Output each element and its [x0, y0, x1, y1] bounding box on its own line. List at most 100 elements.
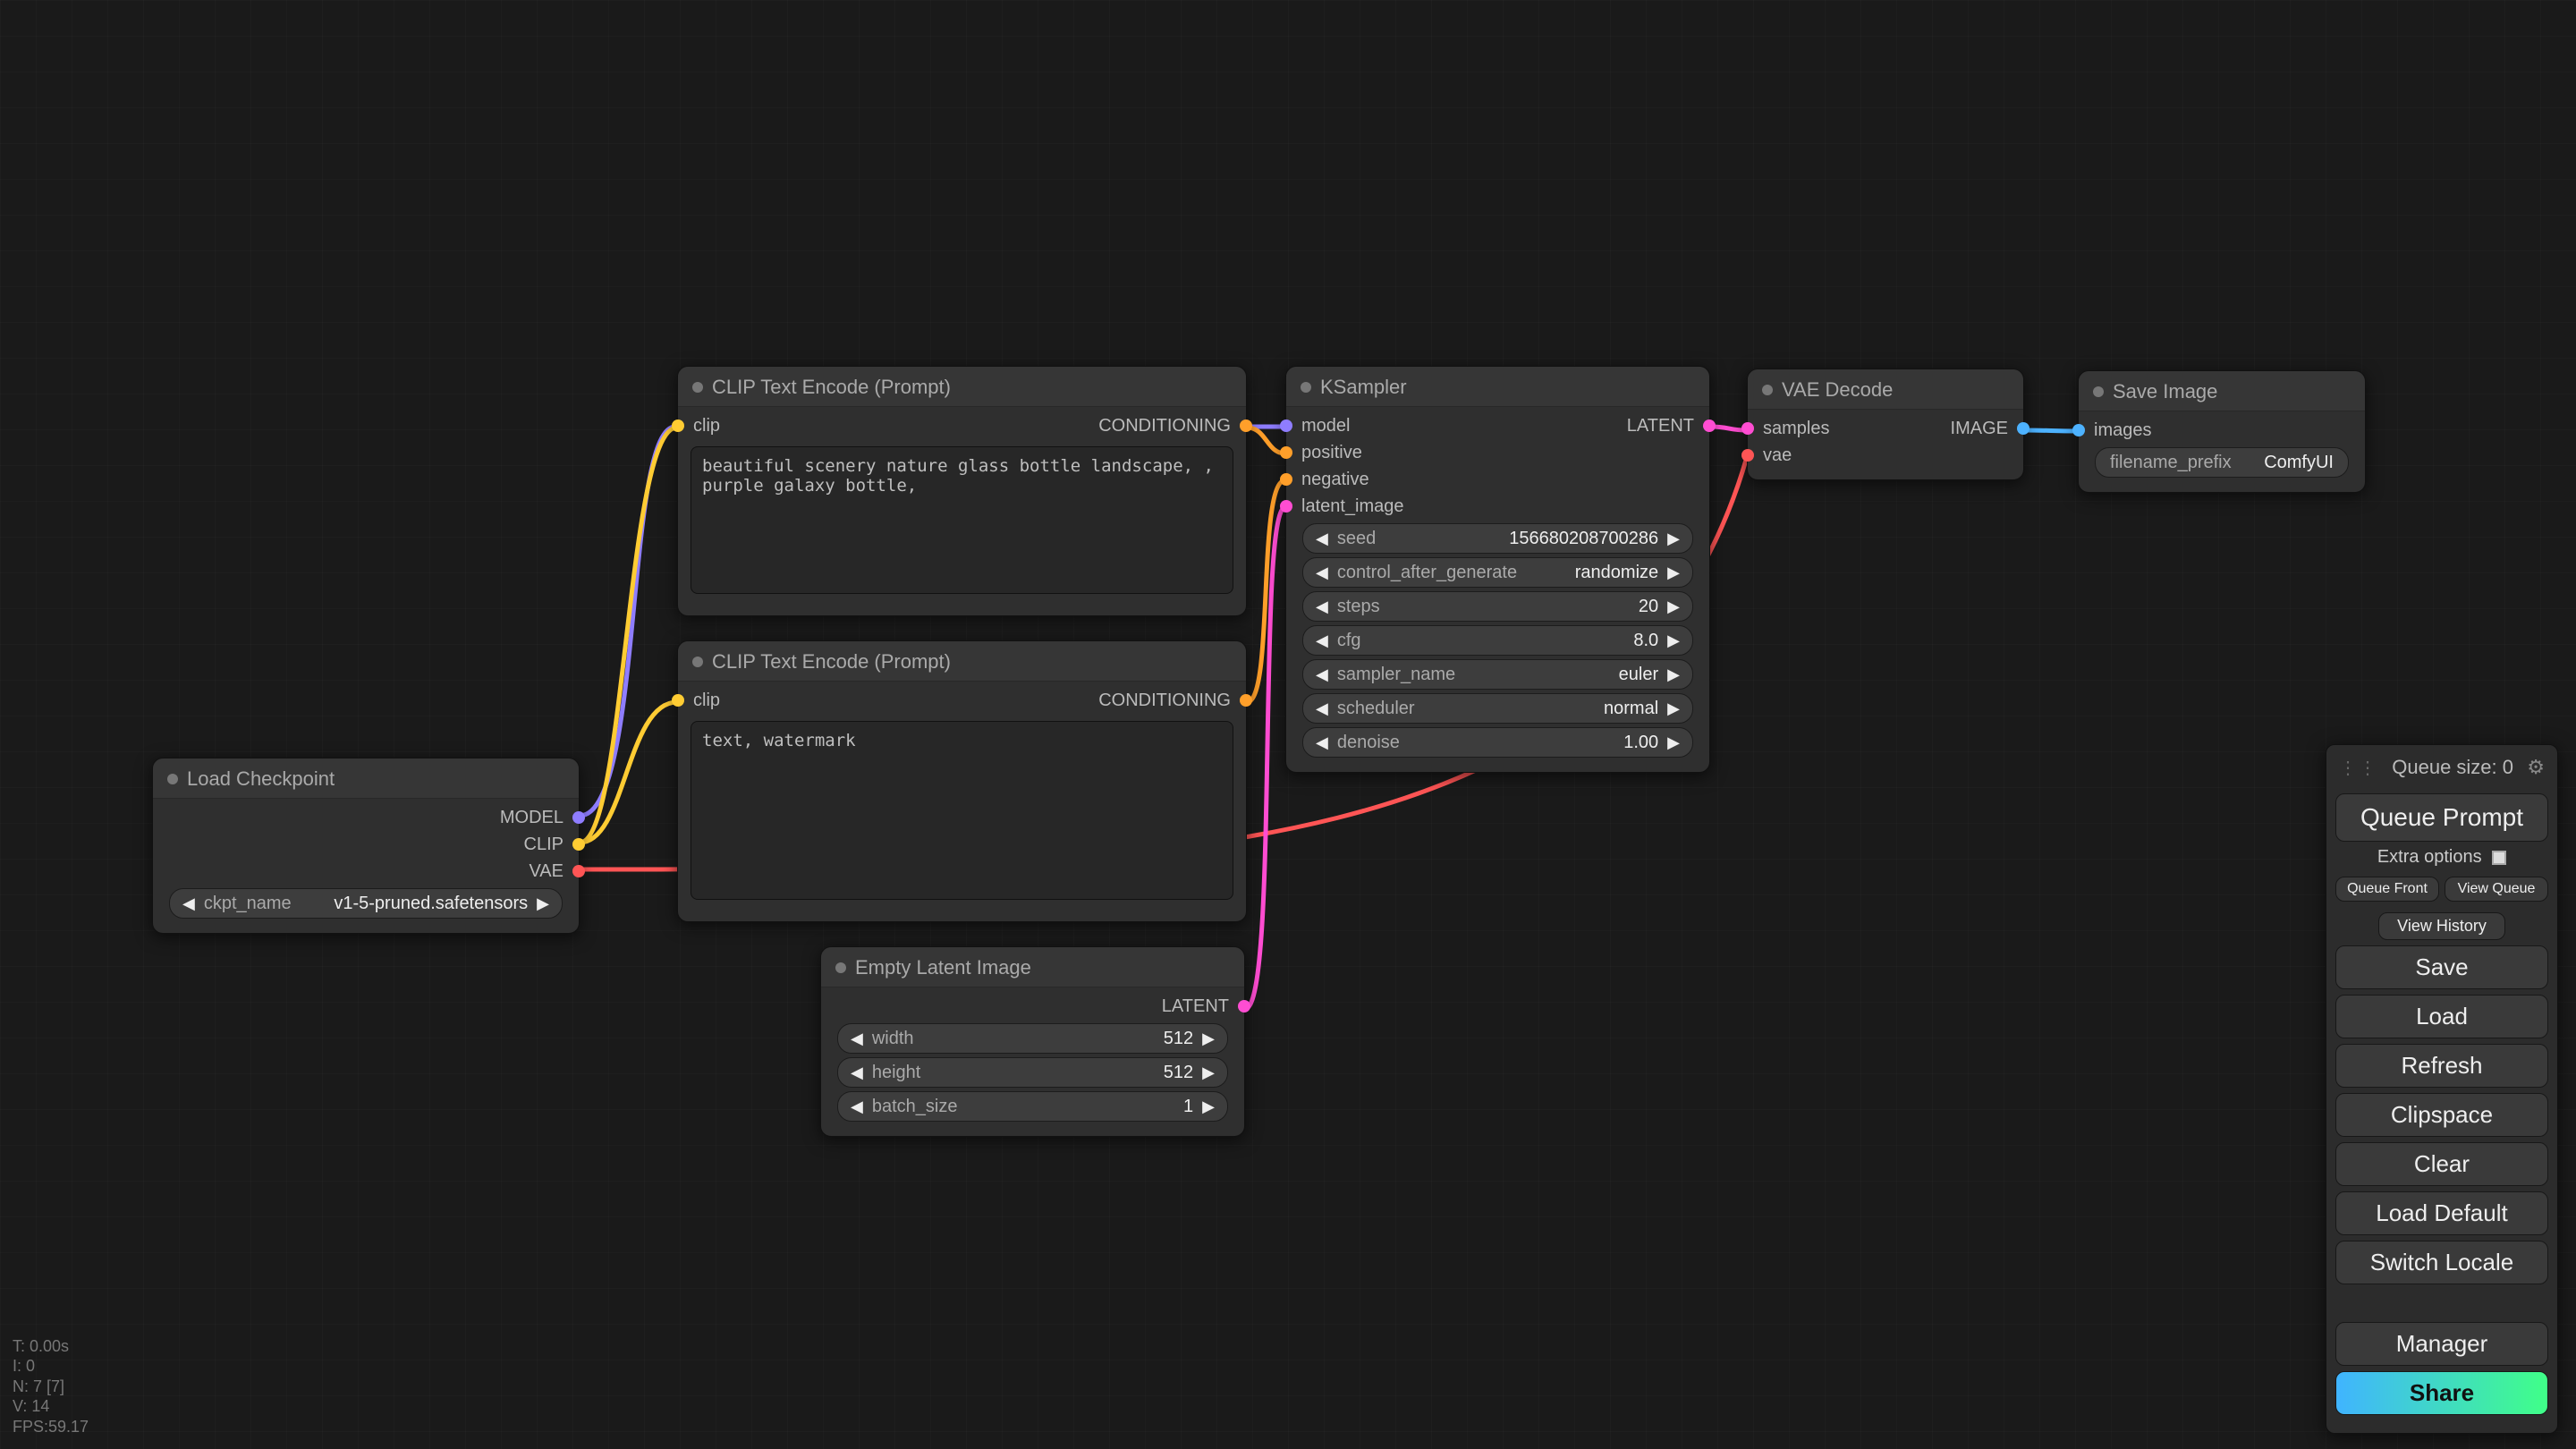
clipspace-button[interactable]: Clipspace	[2335, 1093, 2548, 1137]
control-panel[interactable]: ⋮⋮ Queue size: 0 ⚙ Queue Prompt Extra op…	[2326, 744, 2558, 1434]
perf-stats: T: 0.00s I: 0 N: 7 [7] V: 14 FPS:59.17	[13, 1336, 89, 1437]
save-button[interactable]: Save	[2335, 945, 2548, 989]
input-images[interactable]: images	[2079, 417, 2365, 444]
title-text: CLIP Text Encode (Prompt)	[712, 650, 951, 674]
node-clip-text-encode-negative[interactable]: CLIP Text Encode (Prompt) clip CONDITION…	[677, 640, 1247, 922]
param-denoise[interactable]: ◀denoise1.00▶	[1302, 727, 1693, 758]
chevron-right-icon[interactable]: ▶	[1662, 530, 1685, 548]
chevron-left-icon[interactable]: ◀	[177, 894, 200, 913]
collapse-dot-icon[interactable]	[835, 962, 846, 973]
output-conditioning[interactable]: CONDITIONING	[1086, 687, 1246, 714]
node-title[interactable]: CLIP Text Encode (Prompt)	[678, 367, 1246, 407]
collapse-dot-icon[interactable]	[1762, 385, 1773, 395]
param-ckpt-name[interactable]: ◀ ckpt_name v1-5-pruned.safetensors ▶	[169, 888, 563, 919]
drag-handle-icon[interactable]: ⋮⋮	[2339, 757, 2378, 779]
input-clip[interactable]: clip	[678, 687, 733, 714]
node-empty-latent-image[interactable]: Empty Latent Image LATENT ◀ width 512 ▶ …	[820, 946, 1245, 1137]
chevron-right-icon[interactable]: ▶	[1662, 597, 1685, 616]
output-image[interactable]: IMAGE	[1938, 415, 2023, 442]
title-text: CLIP Text Encode (Prompt)	[712, 376, 951, 399]
switch-locale-button[interactable]: Switch Locale	[2335, 1241, 2548, 1284]
param-height[interactable]: ◀ height 512 ▶	[837, 1057, 1228, 1088]
collapse-dot-icon[interactable]	[692, 657, 703, 667]
param-cfg[interactable]: ◀cfg8.0▶	[1302, 625, 1693, 656]
load-button[interactable]: Load	[2335, 995, 2548, 1038]
input-samples[interactable]: samples	[1748, 415, 1938, 442]
chevron-right-icon[interactable]: ▶	[1662, 631, 1685, 650]
param-control-after-generate[interactable]: ◀control_after_generaterandomize▶	[1302, 557, 1693, 588]
collapse-dot-icon[interactable]	[2093, 386, 2104, 397]
collapse-dot-icon[interactable]	[167, 774, 178, 784]
view-history-button[interactable]: View History	[2378, 912, 2506, 940]
param-steps[interactable]: ◀steps20▶	[1302, 591, 1693, 622]
param-batch-size[interactable]: ◀ batch_size 1 ▶	[837, 1091, 1228, 1122]
collapse-dot-icon[interactable]	[1301, 382, 1311, 393]
chevron-left-icon[interactable]: ◀	[845, 1097, 869, 1116]
queue-size-label: Queue size: 0	[2392, 756, 2513, 779]
input-vae[interactable]: vae	[1748, 442, 1938, 469]
input-model[interactable]: model	[1286, 412, 1614, 439]
output-clip[interactable]: CLIP	[153, 831, 579, 858]
param-width[interactable]: ◀ width 512 ▶	[837, 1023, 1228, 1054]
chevron-right-icon[interactable]: ▶	[1197, 1030, 1220, 1048]
node-title[interactable]: Save Image	[2079, 371, 2365, 411]
node-ksampler[interactable]: KSampler model positive negative latent_…	[1285, 366, 1710, 773]
collapse-dot-icon[interactable]	[692, 382, 703, 393]
view-queue-button[interactable]: View Queue	[2445, 877, 2548, 902]
title-text: KSampler	[1320, 376, 1407, 399]
queue-prompt-button[interactable]: Queue Prompt	[2335, 793, 2548, 842]
input-negative[interactable]: negative	[1286, 466, 1614, 493]
param-filename-prefix[interactable]: filename_prefix ComfyUI	[2095, 447, 2349, 478]
input-latent-image[interactable]: latent_image	[1286, 493, 1614, 520]
node-vae-decode[interactable]: VAE Decode samples vae IMAGE	[1747, 369, 2024, 480]
node-title[interactable]: VAE Decode	[1748, 369, 2023, 410]
param-seed[interactable]: ◀seed156680208700286▶	[1302, 523, 1693, 554]
chevron-left-icon[interactable]: ◀	[1310, 564, 1334, 582]
node-save-image[interactable]: Save Image images filename_prefix ComfyU…	[2078, 370, 2366, 493]
checkbox-icon[interactable]	[2492, 851, 2506, 865]
queue-front-button[interactable]: Queue Front	[2335, 877, 2439, 902]
gear-icon[interactable]: ⚙	[2527, 756, 2545, 779]
output-model[interactable]: MODEL	[153, 804, 579, 831]
share-button[interactable]: Share	[2335, 1371, 2548, 1415]
chevron-left-icon[interactable]: ◀	[1310, 530, 1334, 548]
chevron-left-icon[interactable]: ◀	[1310, 733, 1334, 752]
chevron-right-icon[interactable]: ▶	[1662, 665, 1685, 684]
param-sampler-name[interactable]: ◀sampler_nameeuler▶	[1302, 659, 1693, 690]
title-text: Empty Latent Image	[855, 956, 1031, 979]
output-vae[interactable]: VAE	[153, 858, 579, 885]
chevron-left-icon[interactable]: ◀	[1310, 631, 1334, 650]
chevron-left-icon[interactable]: ◀	[845, 1063, 869, 1082]
input-clip[interactable]: clip	[678, 412, 733, 439]
chevron-right-icon[interactable]: ▶	[1662, 733, 1685, 752]
chevron-right-icon[interactable]: ▶	[1662, 564, 1685, 582]
chevron-right-icon[interactable]: ▶	[531, 894, 555, 913]
output-latent[interactable]: LATENT	[1614, 412, 1709, 439]
chevron-right-icon[interactable]: ▶	[1197, 1097, 1220, 1116]
chevron-left-icon[interactable]: ◀	[1310, 597, 1334, 616]
prompt-text[interactable]: text, watermark	[691, 721, 1233, 900]
chevron-left-icon[interactable]: ◀	[1310, 699, 1334, 718]
title-text: Save Image	[2113, 380, 2217, 403]
output-conditioning[interactable]: CONDITIONING	[1086, 412, 1246, 439]
node-title[interactable]: Load Checkpoint	[153, 758, 579, 799]
extra-options-toggle[interactable]: Extra options	[2335, 847, 2548, 868]
title-text: Load Checkpoint	[187, 767, 335, 791]
load-default-button[interactable]: Load Default	[2335, 1191, 2548, 1235]
node-title[interactable]: Empty Latent Image	[821, 947, 1244, 987]
refresh-button[interactable]: Refresh	[2335, 1044, 2548, 1088]
node-load-checkpoint[interactable]: Load Checkpoint MODEL CLIP VAE ◀ ckpt_na…	[152, 758, 580, 934]
clear-button[interactable]: Clear	[2335, 1142, 2548, 1186]
node-clip-text-encode-positive[interactable]: CLIP Text Encode (Prompt) clip CONDITION…	[677, 366, 1247, 616]
prompt-text[interactable]: beautiful scenery nature glass bottle la…	[691, 446, 1233, 594]
param-scheduler[interactable]: ◀schedulernormal▶	[1302, 693, 1693, 724]
chevron-left-icon[interactable]: ◀	[845, 1030, 869, 1048]
output-latent[interactable]: LATENT	[821, 993, 1244, 1020]
input-positive[interactable]: positive	[1286, 439, 1614, 466]
manager-button[interactable]: Manager	[2335, 1322, 2548, 1366]
chevron-right-icon[interactable]: ▶	[1197, 1063, 1220, 1082]
node-title[interactable]: CLIP Text Encode (Prompt)	[678, 641, 1246, 682]
chevron-left-icon[interactable]: ◀	[1310, 665, 1334, 684]
node-title[interactable]: KSampler	[1286, 367, 1709, 407]
chevron-right-icon[interactable]: ▶	[1662, 699, 1685, 718]
